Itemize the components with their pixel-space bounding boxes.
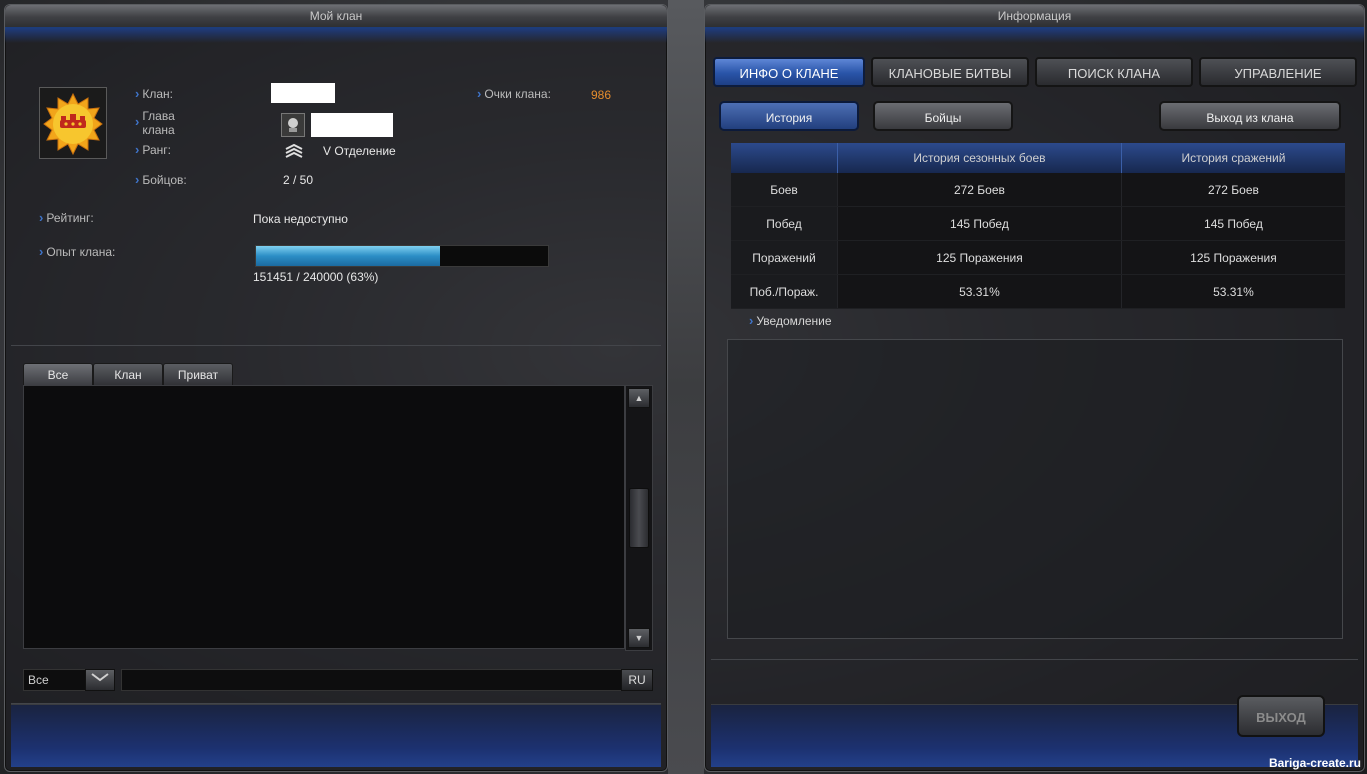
information-panel: Информация ИНФО О КЛАНЕ КЛАНОВЫЕ БИТВЫ П… — [704, 4, 1365, 772]
scroll-up-icon[interactable]: ▲ — [628, 388, 650, 408]
title-underline — [705, 29, 1364, 43]
chevron-right-icon: › — [135, 86, 140, 101]
table-cell: 53.31% — [1120, 274, 1345, 309]
clan-leader-label: › Глава клана — [135, 109, 175, 137]
table-row: Поб./Пораж. 53.31% 53.31% — [731, 274, 1345, 309]
rank-label: › Ранг: — [135, 142, 171, 158]
fighters-button[interactable]: Бойцы — [873, 101, 1013, 131]
information-title: Информация — [705, 5, 1364, 29]
chat-log[interactable] — [23, 385, 625, 649]
table-cell: 145 Побед — [837, 206, 1122, 241]
chevron-right-icon: › — [135, 172, 140, 187]
table-header-season: История сезонных боев — [837, 143, 1122, 173]
table-cell: 272 Боев — [1120, 173, 1345, 207]
chat-channel-select[interactable]: Все — [23, 669, 89, 691]
section-divider — [11, 345, 661, 346]
rank-chevrons-icon — [283, 141, 305, 163]
leave-clan-button[interactable]: Выход из клана — [1159, 101, 1341, 131]
tab-management[interactable]: УПРАВЛЕНИЕ — [1199, 57, 1357, 87]
chevron-right-icon: › — [39, 210, 44, 225]
clan-xp-bar — [255, 245, 549, 267]
table-row: Поражений 125 Поражения 125 Поражения — [731, 240, 1345, 275]
tab-clan-search[interactable]: ПОИСК КЛАНА — [1035, 57, 1193, 87]
my-clan-panel: Мой клан › Клан: › Глава клана › Ранг: V… — [4, 4, 668, 772]
clan-xp-text: 151451 / 240000 (63%) — [253, 270, 379, 284]
clan-xp-label: › Опыт клана: — [39, 244, 116, 260]
clan-name-label: › Клан: — [135, 86, 173, 102]
table-cell: 272 Боев — [837, 173, 1122, 207]
fighters-label: › Бойцов: — [135, 172, 187, 188]
row-label: Побед — [731, 206, 838, 241]
table-cell: 53.31% — [837, 274, 1122, 309]
language-toggle-button[interactable]: RU — [621, 669, 653, 691]
title-underline — [5, 29, 667, 43]
clan-emblem — [39, 87, 107, 159]
table-header-row: История сезонных боев История сражений — [731, 143, 1345, 173]
table-row: Боев 272 Боев 272 Боев — [731, 173, 1345, 207]
rating-value: Пока недоступно — [253, 212, 348, 226]
leader-name-redacted — [311, 113, 393, 137]
rank-value: V Отделение — [323, 144, 396, 158]
tab-clan-info[interactable]: ИНФО О КЛАНЕ — [713, 57, 865, 87]
watermark: Bariga-create.ru — [1268, 756, 1361, 770]
leader-rank-icon — [281, 113, 305, 137]
scroll-thumb[interactable] — [629, 488, 649, 548]
table-cell: 125 Поражения — [837, 240, 1122, 275]
fighters-value: 2 / 50 — [283, 173, 314, 187]
chat-message-input[interactable] — [121, 669, 623, 691]
rating-label: › Рейтинг: — [39, 210, 94, 226]
chevron-right-icon: › — [135, 142, 140, 157]
clan-points-label: › Очки клана: — [477, 86, 551, 102]
my-clan-title: Мой клан — [5, 5, 667, 29]
left-bottom-bar — [11, 704, 661, 767]
row-label: Поражений — [731, 240, 838, 275]
bottom-divider — [711, 659, 1358, 660]
chevron-right-icon: › — [135, 114, 140, 129]
exit-button[interactable]: ВЫХОД — [1237, 695, 1325, 737]
table-header-empty — [731, 143, 838, 173]
history-button[interactable]: История — [719, 101, 859, 131]
tab-clan-battles[interactable]: КЛАНОВЫЕ БИТВЫ — [871, 57, 1029, 87]
chat-scrollbar[interactable]: ▲ ▼ — [625, 385, 653, 651]
notice-label: › Уведомление — [749, 313, 832, 328]
chevron-right-icon: › — [477, 86, 482, 101]
scroll-down-icon[interactable]: ▼ — [628, 628, 650, 648]
table-row: Побед 145 Побед 145 Побед — [731, 206, 1345, 241]
clan-history-table: История сезонных боев История сражений Б… — [731, 143, 1345, 309]
row-label: Боев — [731, 173, 838, 207]
chat-tab-all[interactable]: Все — [23, 363, 93, 387]
clan-points-value: 986 — [591, 88, 612, 102]
chevron-right-icon: › — [749, 313, 754, 328]
table-cell: 125 Поражения — [1120, 240, 1345, 275]
notice-box — [727, 339, 1343, 639]
chat-tab-clan[interactable]: Клан — [93, 363, 163, 387]
chevron-right-icon: › — [39, 244, 44, 259]
table-header-battles: История сражений — [1120, 143, 1345, 173]
table-cell: 145 Побед — [1120, 206, 1345, 241]
background-gap — [668, 0, 704, 774]
crown-sun-icon — [43, 92, 103, 156]
clan-name-redacted — [271, 83, 335, 103]
chat-tab-private[interactable]: Приват — [163, 363, 233, 387]
row-label: Поб./Пораж. — [731, 274, 838, 309]
chevron-down-icon[interactable] — [85, 669, 115, 691]
clan-xp-fill — [256, 246, 440, 266]
